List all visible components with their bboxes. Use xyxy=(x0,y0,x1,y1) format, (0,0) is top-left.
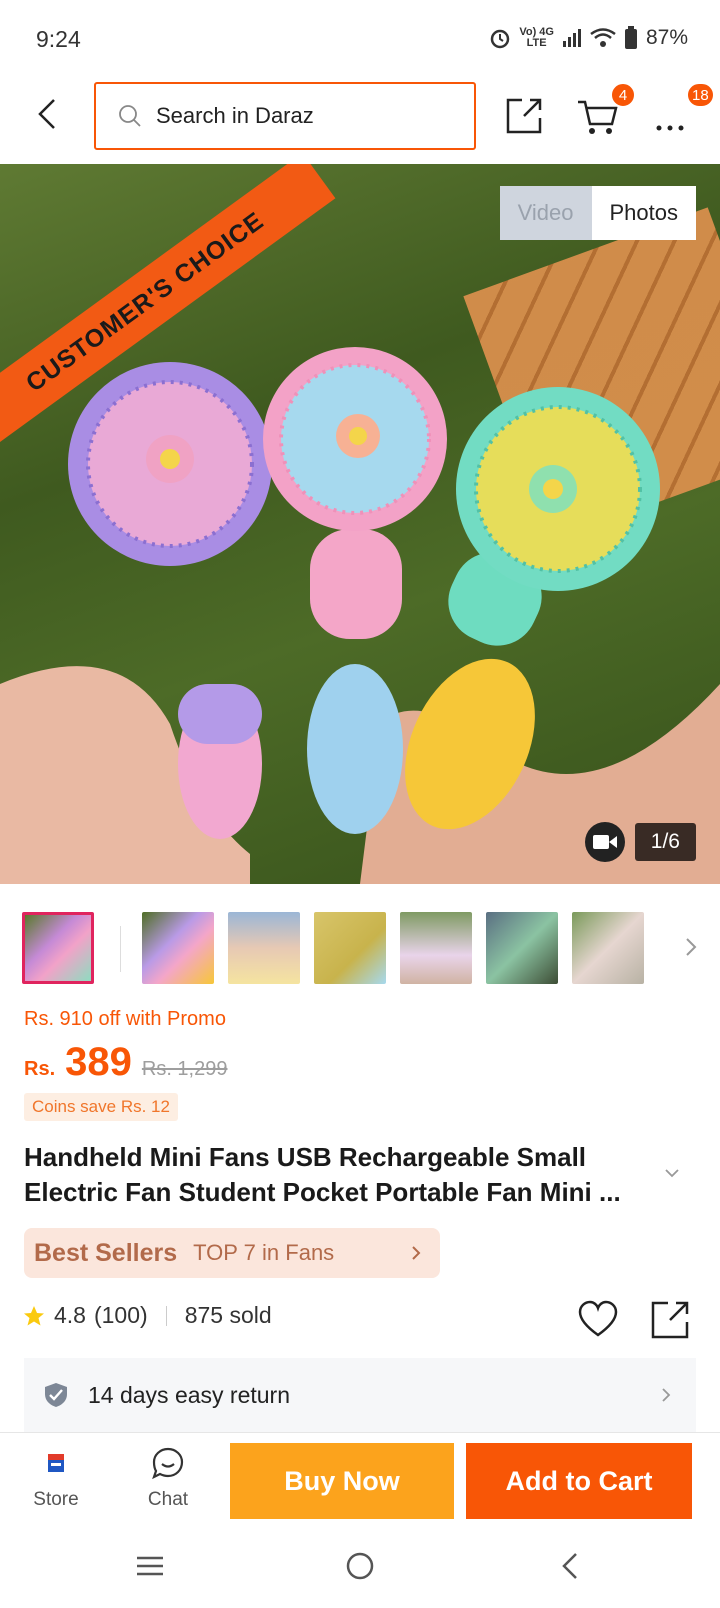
original-price: Rs. 1,299 xyxy=(141,1058,228,1080)
thumbnail-6[interactable] xyxy=(486,912,558,984)
image-counter-text: 1/6 xyxy=(634,823,696,861)
add-to-cart-button[interactable]: Add to Cart xyxy=(466,1443,692,1519)
search-placeholder: Search in Daraz xyxy=(156,103,314,128)
best-sellers-banner[interactable]: Best Sellers TOP 7 in Fans xyxy=(24,1228,440,1278)
back-icon[interactable] xyxy=(554,1550,586,1582)
price-value: 389 xyxy=(65,1040,132,1084)
video-camera-icon[interactable] xyxy=(584,822,625,862)
store-button[interactable]: Store xyxy=(16,1441,96,1511)
menu-icon[interactable] xyxy=(134,1550,166,1582)
chevron-right-icon[interactable] xyxy=(684,936,698,958)
best-sellers-label: Best Sellers xyxy=(34,1238,178,1267)
shield-check-icon xyxy=(45,1383,67,1407)
promo-text: Rs. 910 off with Promo xyxy=(24,1008,226,1030)
product-image-gallery[interactable]: CUSTOMER'S CHOICE Video Photos 1/6 xyxy=(0,164,720,884)
thumbnail-1[interactable] xyxy=(22,912,94,984)
battery-level: 87% xyxy=(645,26,688,49)
more-icon xyxy=(656,125,684,131)
tab-photos[interactable]: Photos xyxy=(591,186,696,240)
share-icon[interactable] xyxy=(502,94,546,138)
system-navigation-bar xyxy=(0,1532,720,1608)
buy-now-button[interactable]: Buy Now xyxy=(230,1443,454,1519)
network-type: Vo) 4G LTE xyxy=(519,26,554,49)
rating-count: (100) xyxy=(93,1302,148,1328)
top-bar: Search in Daraz 4 18 xyxy=(0,80,720,164)
alarm-icon xyxy=(491,29,510,49)
chat-icon xyxy=(152,1447,184,1480)
return-policy-text: 14 days easy return xyxy=(88,1381,291,1408)
more-button[interactable]: 18 xyxy=(654,82,715,138)
price-currency: Rs. xyxy=(24,1058,56,1080)
status-icons: Vo) 4G LTE 87% xyxy=(489,26,688,50)
bottom-action-bar: Store Chat Buy Now Add to Cart xyxy=(0,1432,720,1532)
chevron-right-icon xyxy=(662,1388,671,1402)
share-icon[interactable] xyxy=(650,1300,690,1340)
thumbnail-5[interactable] xyxy=(400,912,472,984)
media-toggle: Video Photos xyxy=(499,186,696,240)
star-icon xyxy=(24,1305,44,1325)
signal-icon xyxy=(562,29,581,47)
divider xyxy=(165,1305,167,1326)
chat-label: Chat xyxy=(147,1489,189,1510)
chevron-right-icon xyxy=(412,1246,421,1260)
chat-button[interactable]: Chat xyxy=(128,1441,208,1511)
store-label: Store xyxy=(33,1489,79,1510)
wifi-icon xyxy=(590,28,616,47)
thumbnail-2[interactable] xyxy=(142,912,214,984)
back-icon[interactable] xyxy=(28,94,68,134)
tab-video[interactable]: Video xyxy=(499,186,592,240)
divider xyxy=(120,926,121,972)
image-counter: 1/6 xyxy=(584,822,696,862)
price-row: Rs. 389 Rs. 1,299 xyxy=(24,1040,227,1085)
thumbnail-7[interactable] xyxy=(572,912,644,984)
chevron-down-icon[interactable] xyxy=(664,1168,680,1178)
cart-button[interactable]: 4 xyxy=(576,82,636,138)
search-icon xyxy=(119,105,141,127)
clock: 9:24 xyxy=(36,26,81,52)
product-title: Handheld Mini Fans USB Rechargeable Smal… xyxy=(24,1142,621,1207)
coins-badge: Coins save Rs. 12 xyxy=(24,1093,178,1121)
battery-icon xyxy=(624,26,637,49)
notification-badge: 18 xyxy=(686,82,715,108)
return-policy-row[interactable]: 14 days easy return xyxy=(24,1358,696,1432)
thumbnail-4[interactable] xyxy=(314,912,386,984)
wishlist-heart-icon[interactable] xyxy=(578,1300,618,1340)
sold-count: 875 sold xyxy=(184,1302,272,1328)
home-icon[interactable] xyxy=(344,1550,376,1582)
thumbnail-3[interactable] xyxy=(228,912,300,984)
thumbnail-strip xyxy=(22,912,702,986)
search-input[interactable]: Search in Daraz xyxy=(94,82,476,150)
rating-score: 4.8 xyxy=(54,1302,86,1328)
rating-row[interactable]: 4.8 (100) 875 sold xyxy=(22,1302,272,1329)
store-icon xyxy=(48,1454,64,1472)
cart-badge: 4 xyxy=(610,82,636,108)
product-photo xyxy=(0,347,720,884)
status-bar: 9:24 Vo) 4G LTE 87% xyxy=(0,0,720,80)
best-sellers-rank: TOP 7 in Fans xyxy=(193,1240,335,1265)
